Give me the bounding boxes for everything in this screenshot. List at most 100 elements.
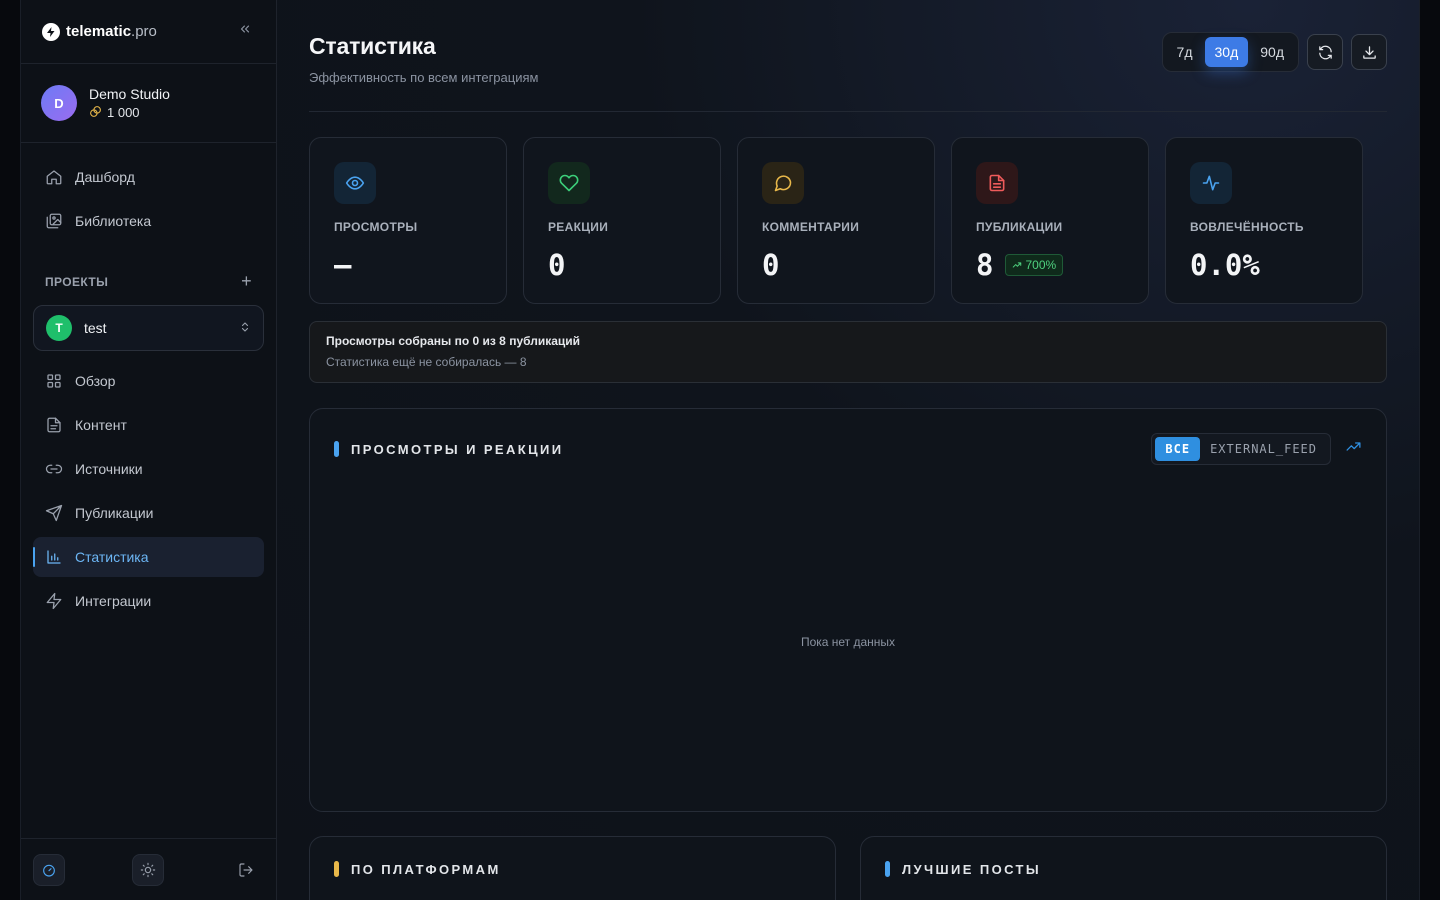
growth-badge: 700% xyxy=(1005,254,1064,276)
stat-value: 8 xyxy=(976,248,994,282)
main-nav: Дашборд Библиотека xyxy=(21,157,276,241)
stat-value: — xyxy=(334,248,352,282)
stat-cards: ПРОСМОТРЫ — РЕАКЦИИ 0 КОММЕНТАРИИ 0 ПУБЛ… xyxy=(309,137,1387,304)
stat-card-publications: ПУБЛИКАЦИИ 8 700% xyxy=(951,137,1149,304)
document-icon xyxy=(47,417,61,433)
period-7d-button[interactable]: 7д xyxy=(1167,37,1203,67)
growth-value: 700% xyxy=(1025,258,1057,272)
activity-icon xyxy=(1190,162,1232,204)
nav-label: Дашборд xyxy=(75,169,135,185)
section-title-text: ПРОСМОТРЫ И РЕАКЦИИ xyxy=(351,441,564,457)
brand-name: telematic xyxy=(66,23,132,40)
nav-label: Публикации xyxy=(75,505,154,521)
sidebar-footer xyxy=(21,838,276,900)
download-button[interactable] xyxy=(1351,34,1387,70)
stat-label: ВОВЛЕЧЁННОСТЬ xyxy=(1190,220,1304,234)
stat-label: РЕАКЦИИ xyxy=(548,220,609,234)
refresh-icon xyxy=(1318,45,1332,59)
zap-icon xyxy=(46,592,62,610)
stat-value: 0 xyxy=(762,248,780,282)
empty-state: Пока нет данных xyxy=(800,635,896,649)
page-title: Статистика xyxy=(309,33,436,59)
section-title-text: ЛУЧШИЕ ПОСТЫ xyxy=(902,861,1042,877)
sidebar: telematic.pro D Demo Studio 1 000 Дашбор… xyxy=(21,0,277,900)
brand-mark-icon xyxy=(42,22,60,41)
period-90d-button[interactable]: 90д xyxy=(1250,37,1294,67)
nav-item-overview[interactable]: Обзор xyxy=(33,361,264,401)
filter-group: ВСЕ EXTERNAL_FEED xyxy=(1151,433,1362,465)
project-nav: Обзор Контент Источники Публикации Стати… xyxy=(21,361,276,621)
add-project-icon[interactable]: + xyxy=(241,271,252,292)
sun-icon xyxy=(140,862,155,877)
period-selector: 7д 30д 90д xyxy=(1161,32,1299,72)
project-avatar: T xyxy=(46,315,72,341)
nav-item-dashboard[interactable]: Дашборд xyxy=(33,157,264,197)
page-header: Статистика Эффективность по всем интегра… xyxy=(309,0,1387,112)
section-accent xyxy=(334,861,339,877)
project-name: test xyxy=(84,320,107,336)
stat-card-comments: КОММЕНТАРИИ 0 xyxy=(737,137,935,304)
header-actions: 7д 30д 90д xyxy=(1161,32,1387,72)
period-30d-button[interactable]: 30д xyxy=(1204,37,1249,67)
studio-switcher[interactable]: D Demo Studio 1 000 xyxy=(21,64,276,143)
nav-label: Контент xyxy=(75,417,127,433)
chevron-up-down-icon xyxy=(239,321,251,336)
section-accent xyxy=(885,861,890,877)
filter-all[interactable]: ВСЕ xyxy=(1155,437,1201,461)
stat-label: ПУБЛИКАЦИИ xyxy=(976,220,1063,234)
studio-avatar: D xyxy=(41,85,77,121)
notice-title: Просмотры собраны по 0 из 8 публикаций xyxy=(326,334,581,348)
file-text-icon xyxy=(976,162,1018,204)
platforms-panel: ПО ПЛАТФОРМАМ xyxy=(309,836,836,900)
logout-button[interactable] xyxy=(230,854,262,886)
download-icon xyxy=(1362,45,1376,59)
project-selector[interactable]: T test xyxy=(33,305,264,351)
section-title: ЛУЧШИЕ ПОСТЫ xyxy=(885,861,1362,877)
home-icon xyxy=(46,170,62,185)
nav-item-statistics[interactable]: Статистика xyxy=(33,537,264,577)
projects-heading: ПРОЕКТЫ xyxy=(45,274,109,289)
nav-item-sources[interactable]: Источники xyxy=(33,449,264,489)
nav-label: Источники xyxy=(75,461,143,477)
nav-item-library[interactable]: Библиотека xyxy=(33,201,264,241)
nav-label: Статистика xyxy=(75,549,149,565)
notice-text: Статистика ещё не собиралась — 8 xyxy=(326,355,527,369)
stat-value-row: 8 700% xyxy=(976,248,1124,282)
heart-icon xyxy=(548,162,590,204)
nav-item-integrations[interactable]: Интеграции xyxy=(33,581,264,621)
bottom-panels: ПО ПЛАТФОРМАМ ЛУЧШИЕ ПОСТЫ xyxy=(309,836,1387,900)
bar-chart-icon xyxy=(47,550,61,564)
panel-header: ПРОСМОТРЫ И РЕАКЦИИ ВСЕ EXTERNAL_FEED xyxy=(310,409,1386,465)
message-icon xyxy=(762,162,804,204)
nav-label: Библиотека xyxy=(75,213,152,229)
section-title-text: ПО ПЛАТФОРМАМ xyxy=(351,861,501,877)
coins-icon xyxy=(89,105,102,121)
refresh-button[interactable] xyxy=(1307,34,1343,70)
speed-gauge-button[interactable] xyxy=(33,853,65,886)
stat-value: 0 xyxy=(548,248,566,282)
nav-label: Интеграции xyxy=(75,593,152,609)
collapse-sidebar-icon[interactable] xyxy=(238,22,252,41)
views-reactions-panel: ПРОСМОТРЫ И РЕАКЦИИ ВСЕ EXTERNAL_FEED По… xyxy=(309,408,1387,812)
nav-item-publications[interactable]: Публикации xyxy=(33,493,264,533)
section-title: ПО ПЛАТФОРМАМ xyxy=(334,861,811,877)
link-icon xyxy=(45,464,63,474)
theme-toggle-button[interactable] xyxy=(131,853,164,886)
filter-external-feed[interactable]: EXTERNAL_FEED xyxy=(1200,437,1327,461)
stat-card-views: ПРОСМОТРЫ — xyxy=(309,137,507,304)
stat-label: ПРОСМОТРЫ xyxy=(334,220,418,234)
stat-label: КОММЕНТАРИИ xyxy=(762,220,860,234)
trending-up-icon[interactable] xyxy=(1345,438,1362,460)
nav-item-content[interactable]: Контент xyxy=(33,405,264,445)
grid-icon xyxy=(47,374,61,388)
section-accent xyxy=(334,441,339,457)
section-title: ПРОСМОТРЫ И РЕАКЦИИ xyxy=(334,441,563,457)
trending-up-icon xyxy=(1013,262,1022,268)
page-subtitle: Эффективность по всем интеграциям xyxy=(309,70,539,85)
app-window: telematic.pro D Demo Studio 1 000 Дашбор… xyxy=(20,0,1420,900)
brand-logo[interactable]: telematic.pro xyxy=(42,22,157,41)
top-posts-panel: ЛУЧШИЕ ПОСТЫ xyxy=(860,836,1387,900)
platform-filter: ВСЕ EXTERNAL_FEED xyxy=(1151,433,1331,465)
eye-icon xyxy=(334,162,376,204)
credits-value: 1 000 xyxy=(107,105,140,120)
